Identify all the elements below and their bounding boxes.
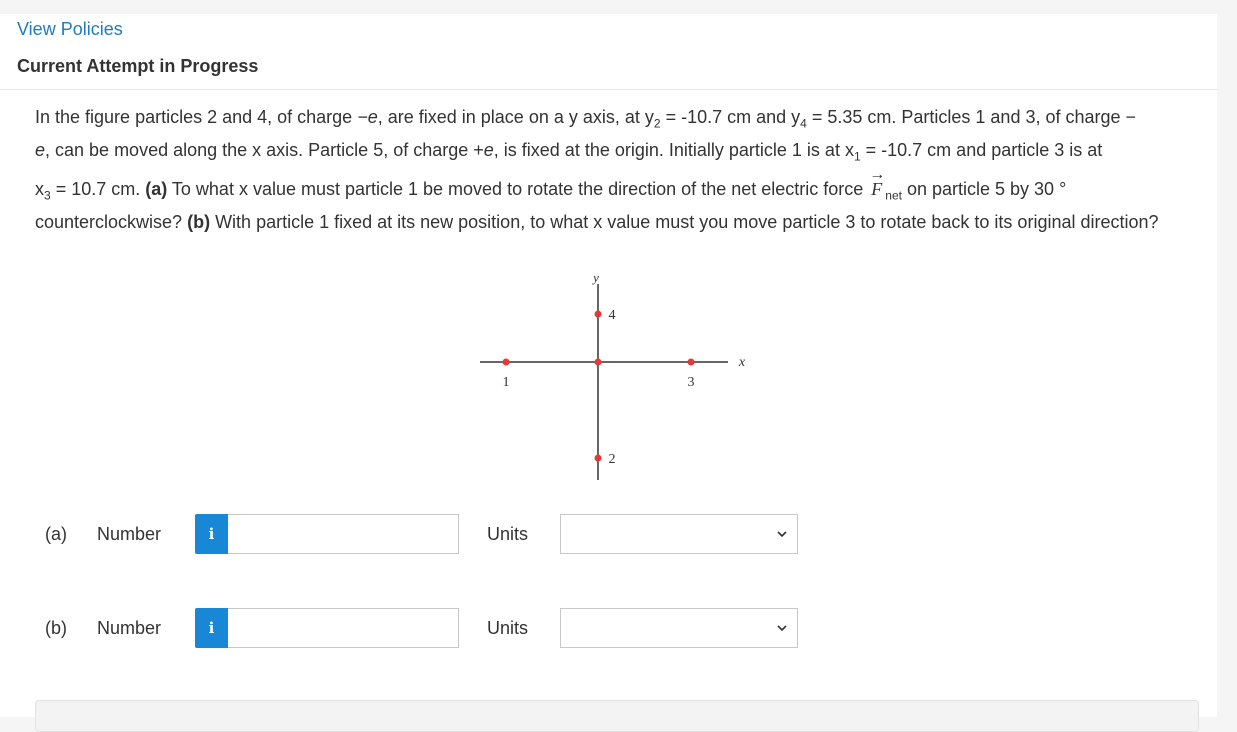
- number-label-b: Number: [97, 617, 162, 638]
- particle-2: [594, 454, 602, 462]
- particle-4-label: 4: [609, 308, 616, 323]
- particle-5: [594, 358, 602, 366]
- question-text: In the figure particles 2 and 4, of char…: [35, 107, 1159, 233]
- number-input-b[interactable]: [228, 608, 459, 648]
- answer-row-b: (b) Number i Units: [45, 608, 798, 648]
- chevron-down-icon: [777, 625, 787, 632]
- units-label-a: Units: [487, 523, 529, 544]
- particle-3-label: 3: [688, 375, 695, 390]
- part-a-label: (a): [45, 523, 67, 544]
- particle-4: [594, 310, 602, 318]
- force-vector-symbol: → F: [869, 166, 886, 200]
- chevron-down-icon: [777, 531, 787, 538]
- particle-3: [687, 358, 695, 366]
- units-label-b: Units: [487, 617, 529, 638]
- header-divider: [0, 89, 1217, 90]
- particle-figure: y x 1 3 4 2: [480, 270, 746, 480]
- number-label-a: Number: [97, 523, 162, 544]
- feedback-panel: [35, 700, 1199, 732]
- x-axis-label: x: [738, 355, 746, 370]
- units-select-b[interactable]: [560, 608, 798, 648]
- info-icon[interactable]: i: [195, 514, 228, 554]
- attempt-title: Current Attempt in Progress: [17, 56, 259, 76]
- units-select-a[interactable]: [560, 514, 798, 554]
- particle-1: [502, 358, 510, 366]
- answer-row-a: (a) Number i Units: [45, 514, 798, 554]
- view-policies-link[interactable]: View Policies: [17, 19, 123, 40]
- particle-2-label: 2: [609, 452, 616, 467]
- y-axis-label: y: [591, 270, 599, 285]
- part-b-label: (b): [45, 617, 67, 638]
- particle-1-label: 1: [503, 375, 510, 390]
- number-input-a[interactable]: [228, 514, 459, 554]
- info-icon[interactable]: i: [195, 608, 228, 648]
